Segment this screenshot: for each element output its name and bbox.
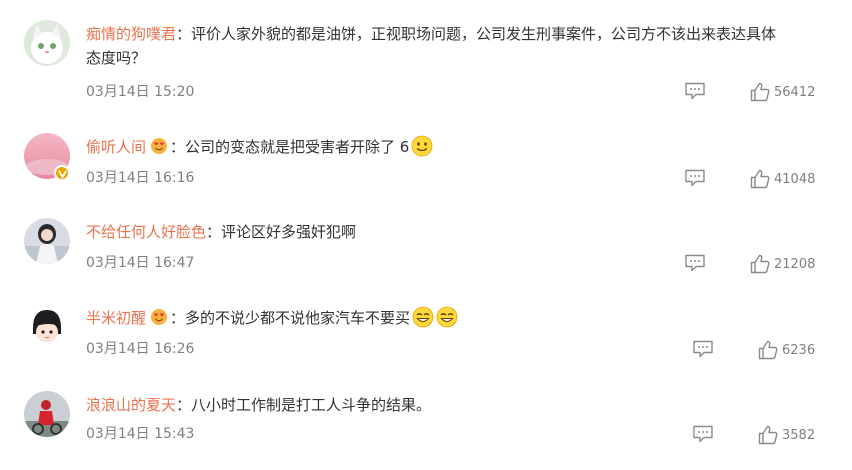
- like-button[interactable]: 3582: [758, 425, 815, 445]
- reply-button[interactable]: [692, 425, 714, 443]
- comment-bubble-icon: [693, 340, 713, 358]
- thumbs-up-icon: [750, 169, 770, 189]
- comment-separator: ：: [176, 396, 192, 414]
- like-count: 56412: [774, 84, 816, 100]
- comment-text: 不给任何人好脸色：评论区好多强奸犯啊: [86, 220, 832, 244]
- comment-username[interactable]: 半米初醒: [86, 309, 146, 327]
- comment-text: 半米初醒 ：多的不说少都不说他家汽车不要买: [86, 306, 832, 330]
- avatar[interactable]: [24, 391, 70, 437]
- comment-body: 八小时工作制是打工人斗争的结果。: [191, 396, 432, 414]
- comment-separator: ：: [170, 309, 186, 327]
- comment-time: 03月14日 15:43: [86, 426, 195, 442]
- smile-emoji-icon: [411, 135, 433, 157]
- like-count: 21208: [774, 256, 816, 272]
- thumbs-up-icon: [758, 340, 778, 360]
- comment-username[interactable]: 偷听人间: [86, 138, 146, 156]
- comment-bubble-icon: [685, 82, 705, 100]
- reply-button[interactable]: [684, 169, 706, 187]
- grin-emoji-icon: [412, 306, 434, 328]
- comment-separator: ：: [170, 138, 186, 156]
- comment-time: 03月14日 16:16: [86, 170, 195, 186]
- like-count: 3582: [782, 427, 816, 443]
- comment-username[interactable]: 不给任何人好脸色: [86, 223, 206, 241]
- comment-username[interactable]: 痴情的狗噗君: [86, 25, 176, 43]
- grin-emoji-icon: [436, 306, 458, 328]
- like-button[interactable]: 41048: [750, 169, 815, 189]
- comment-body-continued: 态度吗？: [86, 49, 147, 67]
- reply-button[interactable]: [684, 82, 706, 100]
- comment-body: 评论区好多强奸犯啊: [221, 223, 357, 241]
- comment-bubble-icon: [693, 425, 713, 443]
- comment-time: 03月14日 16:47: [86, 255, 195, 271]
- like-button[interactable]: 56412: [750, 82, 815, 102]
- avatar[interactable]: [24, 218, 70, 264]
- thumbs-up-icon: [758, 425, 778, 445]
- comment-body: 多的不说少都不说他家汽车不要买: [185, 309, 411, 327]
- avatar[interactable]: [24, 20, 70, 66]
- comment-text: 偷听人间 ：公司的变态就是把受害者开除了 6: [86, 135, 832, 159]
- comment-text: 浪浪山的夏天：八小时工作制是打工人斗争的结果。: [86, 393, 832, 417]
- thumbs-up-icon: [750, 82, 770, 102]
- comment-body: 公司的变态就是把受害者开除了 6: [185, 138, 410, 156]
- like-button[interactable]: 6236: [758, 340, 815, 360]
- avatar[interactable]: [24, 304, 70, 350]
- comment-separator: ：: [176, 25, 192, 43]
- heart-eyes-badge-icon: [151, 309, 168, 325]
- comment-time: 03月14日 16:26: [86, 341, 195, 357]
- like-count: 41048: [774, 171, 816, 187]
- comment-bubble-icon: [685, 169, 705, 187]
- like-count: 6236: [782, 342, 816, 358]
- thumbs-up-icon: [750, 254, 770, 274]
- reply-button[interactable]: [692, 340, 714, 358]
- comment-body: 评价人家外貌的都是油饼，正视职场问题，公司发生刑事案件，公司方不该出来表达具体: [191, 25, 777, 43]
- comment-bubble-icon: [685, 254, 705, 272]
- verified-badge-icon: [54, 165, 70, 181]
- comment-separator: ：: [206, 223, 222, 241]
- comment-text: 痴情的狗噗君：评价人家外貌的都是油饼，正视职场问题，公司发生刑事案件，公司方不该…: [86, 22, 832, 70]
- reply-button[interactable]: [684, 254, 706, 272]
- comment-username[interactable]: 浪浪山的夏天: [86, 396, 176, 414]
- like-button[interactable]: 21208: [750, 254, 815, 274]
- heart-eyes-badge-icon: [151, 138, 168, 154]
- comment-time: 03月14日 15:20: [86, 84, 195, 100]
